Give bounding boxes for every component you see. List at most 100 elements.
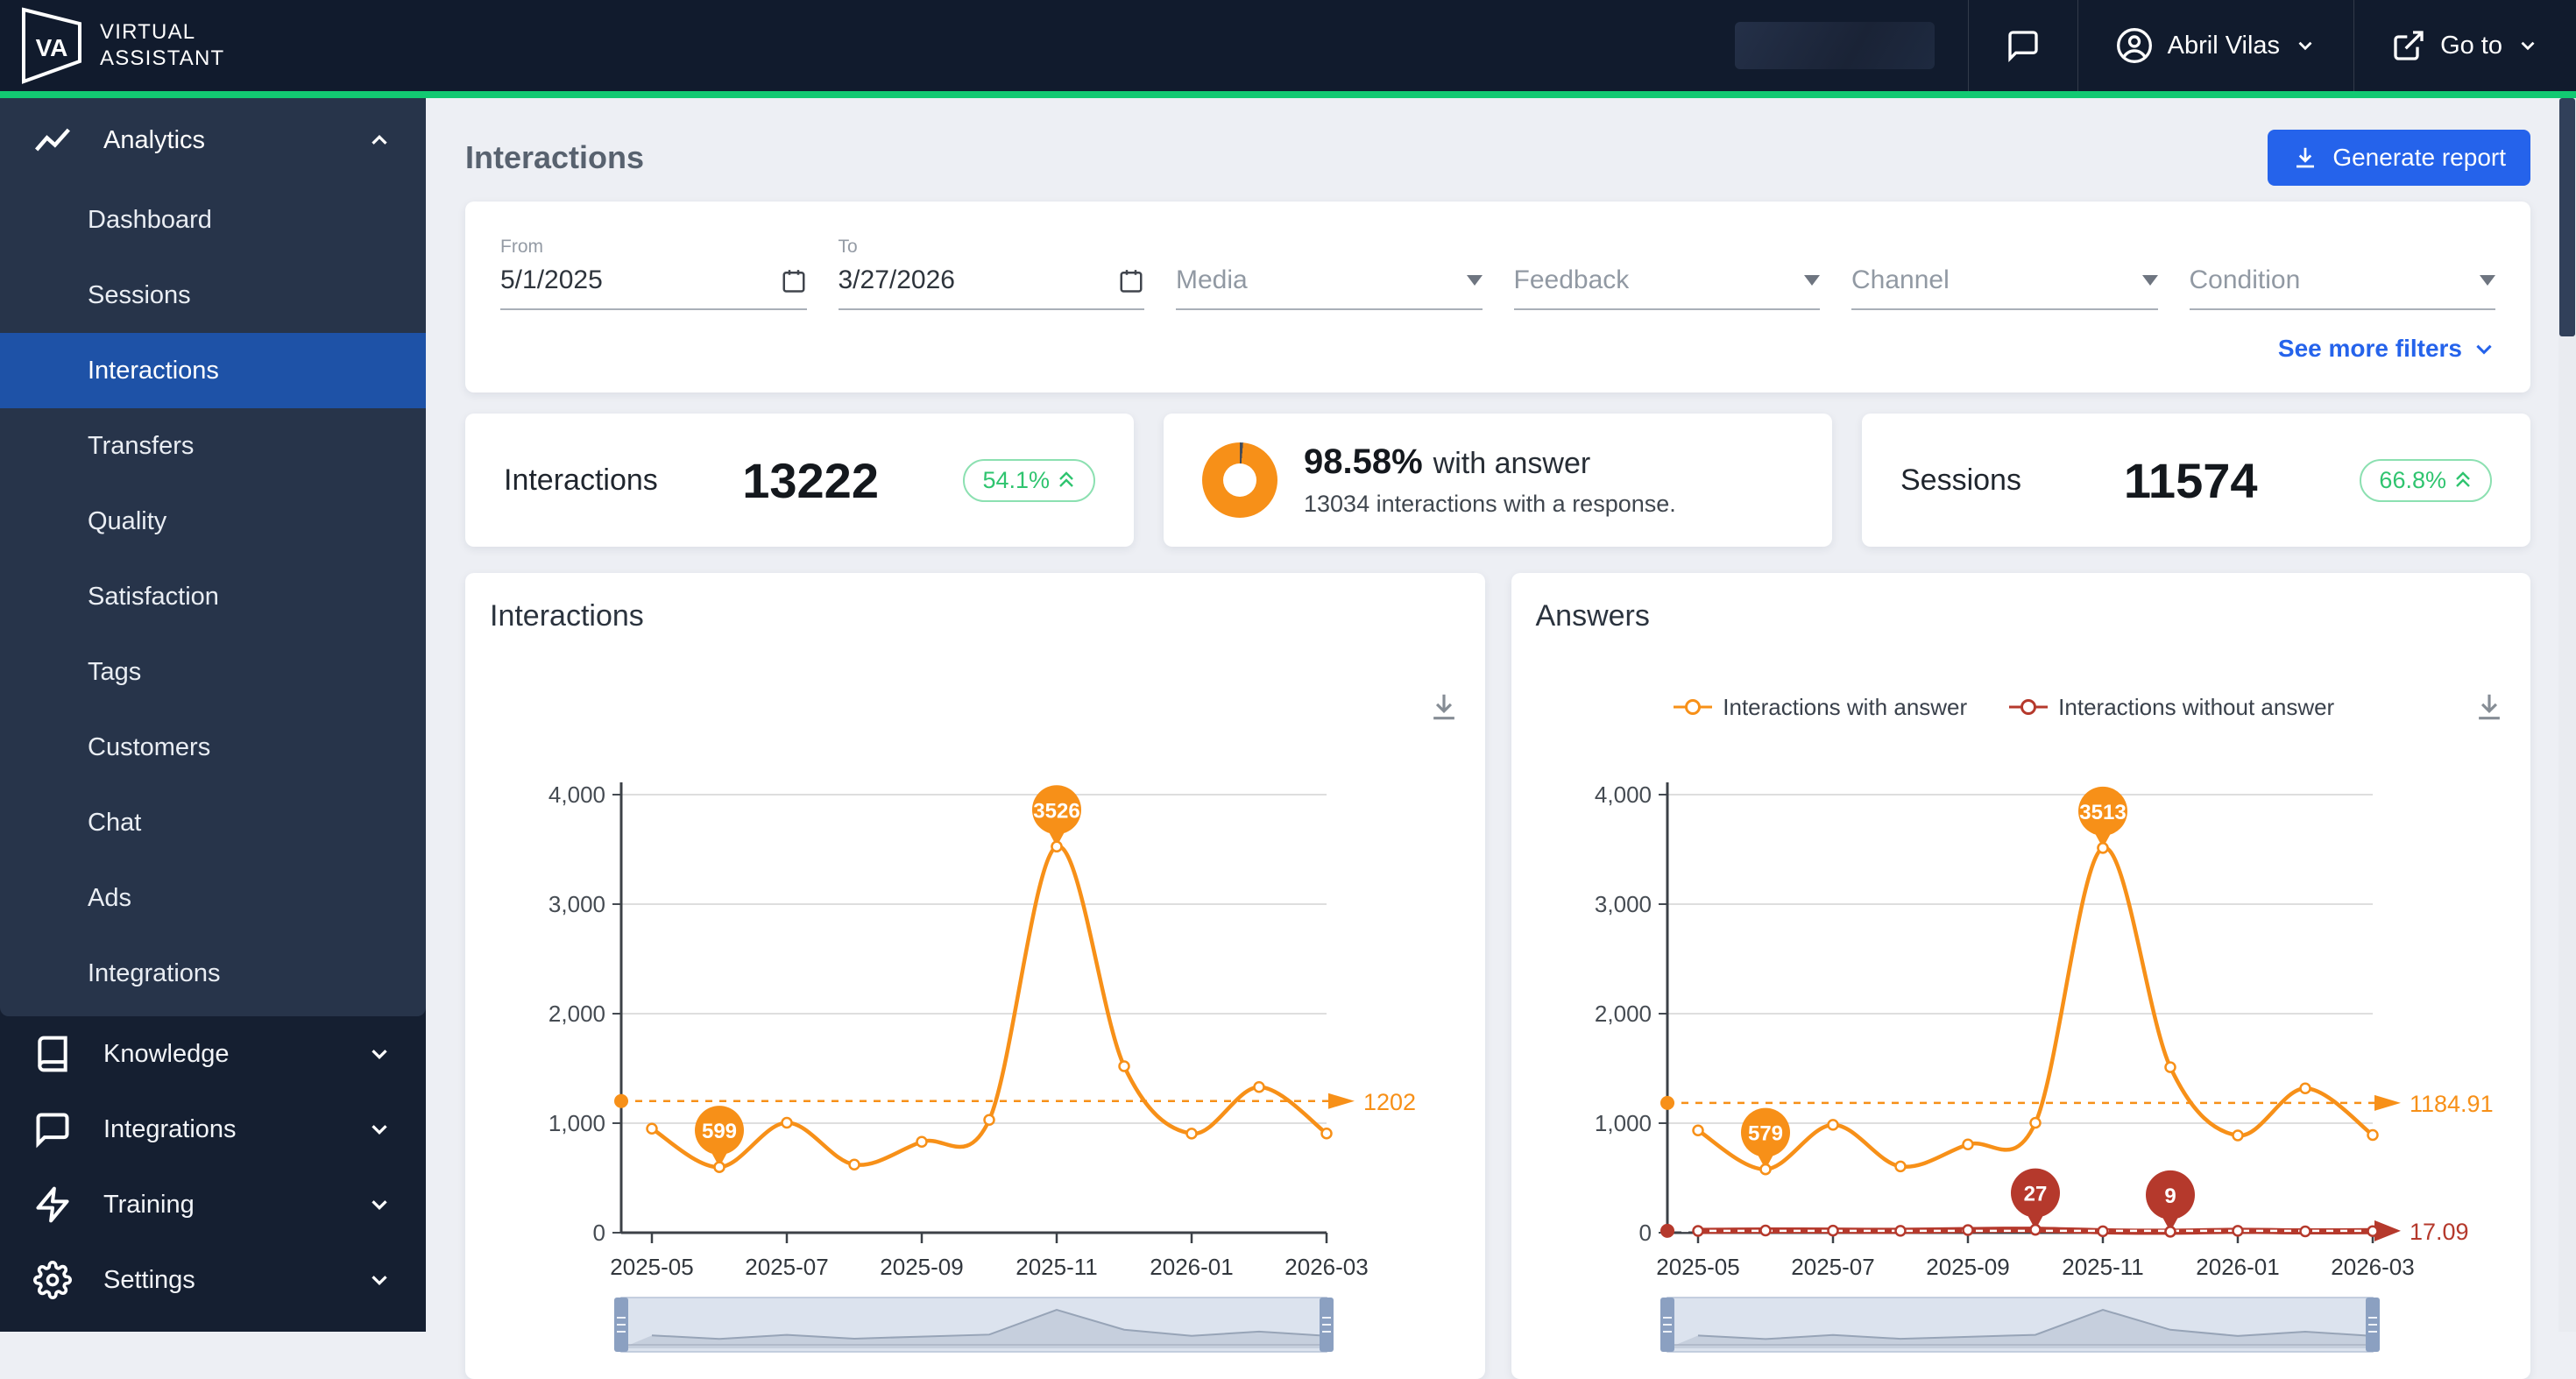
sidebar-item-satisfaction[interactable]: Satisfaction (0, 559, 426, 634)
svg-text:2025-09: 2025-09 (880, 1254, 963, 1280)
goto-menu[interactable]: Go to (2353, 0, 2576, 91)
svg-text:17.09: 17.09 (2410, 1219, 2469, 1245)
user-icon (2115, 26, 2154, 65)
calendar-icon[interactable] (781, 267, 807, 293)
chart-toolbar (490, 686, 1461, 728)
filter-dropdown-condition[interactable]: Condition (2190, 237, 2496, 310)
svg-text:599: 599 (702, 1120, 737, 1143)
sidebar-item-dashboard[interactable]: Dashboard (0, 182, 426, 258)
svg-text:3,000: 3,000 (1594, 891, 1651, 917)
filter-dropdown-feedback[interactable]: Feedback (1514, 237, 1821, 310)
svg-text:2025-05: 2025-05 (1656, 1254, 1739, 1280)
interactions-line-chart[interactable]: 01,0002,0003,0004,0002025-052025-072025-… (490, 733, 1459, 1364)
filter-dropdown-media[interactable]: Media (1176, 237, 1483, 310)
sidebar-group-label: Integrations (103, 1115, 237, 1144)
user-menu[interactable]: Abril Vilas (2077, 0, 2353, 91)
chart-title: Interactions (490, 599, 1461, 633)
svg-text:2026-03: 2026-03 (2331, 1254, 2414, 1280)
legend-marker-icon (1674, 698, 1712, 716)
svg-text:2025-07: 2025-07 (1791, 1254, 1874, 1280)
chevron-down-icon (366, 1116, 393, 1142)
sidebar-group-label: Knowledge (103, 1040, 230, 1069)
dropdown-triangle-icon (1804, 275, 1820, 286)
interactions-stat-card: Interactions 13222 54.1% (465, 414, 1134, 547)
chat-button[interactable] (1968, 0, 2077, 91)
stat-label: Interactions (504, 463, 658, 498)
sidebar: Analytics DashboardSessionsInteractionsT… (0, 98, 426, 1332)
main-content: Interactions Generate report From 5/1/20… (426, 98, 2558, 1332)
goto-label: Go to (2440, 32, 2502, 60)
svg-text:4,000: 4,000 (1594, 781, 1651, 808)
sidebar-item-interactions[interactable]: Interactions (0, 333, 426, 408)
sidebar-item-transfers[interactable]: Transfers (0, 408, 426, 484)
date-to-value: 3/27/2026 (839, 265, 955, 295)
sidebar-group-label: Settings (103, 1266, 195, 1295)
sidebar-group-training[interactable]: Training (0, 1167, 426, 1242)
filter-row: From 5/1/2025 To 3/27/2026 (500, 237, 2495, 310)
svg-text:2026-03: 2026-03 (1284, 1254, 1368, 1280)
answers-line-chart[interactable]: 01,0002,0003,0004,0002025-052025-072025-… (1536, 733, 2505, 1364)
generate-report-label: Generate report (2332, 144, 2506, 172)
sidebar-groups: Knowledge Integrations Training Settings (0, 1016, 426, 1318)
sidebar-group-integrations[interactable]: Integrations (0, 1092, 426, 1167)
sidebar-item-customers[interactable]: Customers (0, 710, 426, 785)
filter-dropdown-channel[interactable]: Channel (1851, 237, 2158, 310)
generate-report-button[interactable]: Generate report (2268, 130, 2530, 186)
filter-card: From 5/1/2025 To 3/27/2026 (465, 202, 2530, 392)
svg-text:2025-07: 2025-07 (745, 1254, 828, 1280)
brand: VA VIRTUAL ASSISTANT (0, 7, 224, 84)
svg-text:1184.91: 1184.91 (2410, 1091, 2494, 1117)
dropdown-triangle-icon (2480, 275, 2495, 286)
sidebar-group-settings[interactable]: Settings (0, 1242, 426, 1318)
trending-up-icon (33, 121, 72, 159)
sidebar-item-ads[interactable]: Ads (0, 860, 426, 936)
svg-text:579: 579 (1747, 1122, 1782, 1146)
sidebar-item-quality[interactable]: Quality (0, 484, 426, 559)
legend-item-interactions-with-answer[interactable]: Interactions with answer (1674, 694, 1967, 721)
brand-line1: VIRTUAL (100, 19, 224, 46)
chevron-down-icon (2516, 34, 2539, 57)
see-more-filters[interactable]: See more filters (500, 335, 2495, 363)
dropdown-triangle-icon (1467, 275, 1483, 286)
date-to-field[interactable]: To 3/27/2026 (839, 237, 1145, 310)
page-head: Interactions Generate report (465, 121, 2530, 194)
chart-title: Answers (1536, 599, 2507, 633)
svg-text:2026-01: 2026-01 (1150, 1254, 1233, 1280)
trend-badge: 54.1% (963, 459, 1095, 502)
answer-suffix: with answer (1433, 447, 1591, 480)
stat-value: 11574 (2124, 452, 2258, 509)
brand-line2: ASSISTANT (100, 46, 224, 72)
chart-download-button[interactable] (1427, 690, 1461, 724)
sidebar-item-tags[interactable]: Tags (0, 634, 426, 710)
chart-download-button[interactable] (2473, 690, 2506, 724)
date-to-label: To (839, 237, 1145, 261)
answer-rate-card: 98.58%with answer 13034 interactions wit… (1164, 414, 1832, 547)
see-more-label: See more filters (2278, 335, 2462, 363)
chart-legend: Interactions with answer Interactions wit… (1536, 694, 2473, 721)
sidebar-group-analytics[interactable]: Analytics (0, 98, 426, 182)
sidebar-group-label: Analytics (103, 126, 205, 155)
date-from-field[interactable]: From 5/1/2025 (500, 237, 807, 310)
legend-item-interactions-without-answer[interactable]: Interactions without answer (2009, 694, 2334, 721)
chevron-down-icon (2473, 337, 2495, 360)
analytics-subnav: DashboardSessionsInteractionsTransfersQu… (0, 182, 426, 1011)
calendar-icon[interactable] (1118, 267, 1144, 293)
stat-value: 13222 (742, 452, 879, 509)
svg-text:9: 9 (2164, 1185, 2176, 1208)
accent-bar (0, 91, 2576, 98)
stat-label: Sessions (1900, 463, 2021, 498)
sidebar-item-sessions[interactable]: Sessions (0, 258, 426, 333)
sidebar-item-integrations[interactable]: Integrations (0, 936, 426, 1011)
download-icon (2292, 145, 2318, 171)
badge-value: 66.8% (2379, 467, 2446, 494)
scrollbar-thumb[interactable] (2559, 98, 2575, 336)
chevron-down-icon (2294, 34, 2317, 57)
chat-bubble-icon (33, 1110, 72, 1149)
sidebar-item-chat[interactable]: Chat (0, 785, 426, 860)
svg-text:2,000: 2,000 (1594, 1001, 1651, 1027)
date-from-value: 5/1/2025 (500, 265, 603, 295)
legend-label: Interactions without answer (2058, 694, 2334, 721)
download-icon (1427, 690, 1461, 724)
sidebar-group-knowledge[interactable]: Knowledge (0, 1016, 426, 1092)
dropdown-placeholder: Media (1176, 265, 1248, 295)
